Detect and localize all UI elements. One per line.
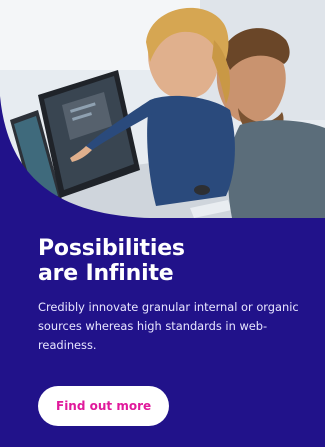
- headline: Possibilities are Infinite: [38, 236, 258, 286]
- body-text: Credibly innovate granular internal or o…: [38, 300, 299, 352]
- promo-card: Possibilities are Infinite Credibly inno…: [0, 0, 325, 447]
- photo-illustration: [0, 0, 325, 218]
- promo-content: Possibilities are Infinite Credibly inno…: [0, 218, 325, 447]
- hero-photo: [0, 0, 325, 218]
- headline-line-1: Possibilities: [38, 236, 185, 261]
- find-out-more-button[interactable]: Find out more: [38, 386, 170, 426]
- headline-line-2: are Infinite: [38, 261, 174, 286]
